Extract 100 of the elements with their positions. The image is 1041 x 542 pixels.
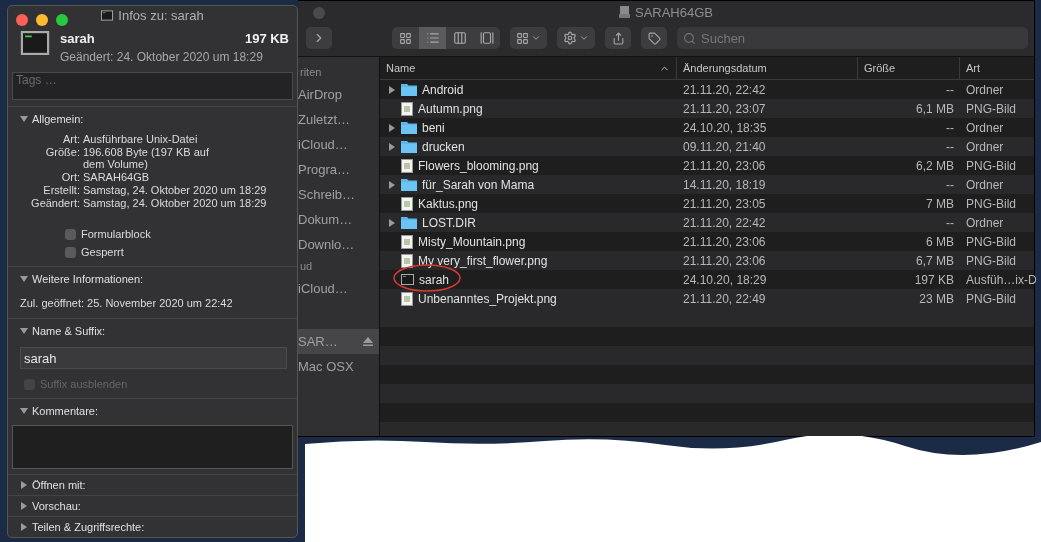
- info-value: Samstag, 24. Oktober 2020 um 18:29: [83, 184, 267, 196]
- kind-cell-text: Ordner: [965, 139, 1005, 154]
- name-field[interactable]: sarah: [20, 347, 287, 369]
- file-name: Android: [422, 82, 464, 97]
- file-row[interactable]: drucken 09.11.20, 21:40 -- Ordner: [380, 137, 1034, 156]
- last-opened-text: Zul. geöffnet: 25. November 2020 um 22:42: [19, 296, 234, 311]
- zoom-button[interactable]: [56, 14, 68, 26]
- disclosure-triangle-icon[interactable]: [20, 523, 28, 531]
- file-row[interactable]: LOST.DIR 21.11.20, 22:42 -- Ordner: [380, 213, 1034, 232]
- disclosure-triangle-icon[interactable]: [388, 142, 396, 151]
- section-header[interactable]: Allgemein:: [8, 111, 297, 127]
- forward-button[interactable]: [306, 27, 332, 49]
- sidebar-item[interactable]: SAR…: [298, 329, 379, 354]
- date-cell-text: 24.10.20, 18:35: [682, 120, 768, 135]
- file-row[interactable]: Autumn.png 21.11.20, 23:07 6,1 MB PNG-Bild: [380, 99, 1034, 118]
- size-cell-text: 197 KB: [913, 272, 955, 287]
- size-cell-text: --: [945, 120, 955, 135]
- image-file-icon: [401, 253, 413, 268]
- caret-icon: [579, 33, 589, 43]
- sidebar-item[interactable]: Mac OSX: [298, 354, 379, 379]
- sidebar-item[interactable]: Progra…: [298, 157, 379, 182]
- kind-cell-text: Ordner: [965, 82, 1005, 97]
- section-header[interactable]: Name & Suffix:: [8, 323, 297, 339]
- file-name: drucken: [422, 139, 465, 154]
- date-cell-text: 14.11.20, 18:19: [682, 177, 767, 192]
- checkbox[interactable]: Formularblock: [8, 225, 297, 243]
- file-name: für_Sarah von Mama: [422, 177, 535, 192]
- kind-cell-text: PNG-Bild: [965, 234, 1017, 249]
- sidebar-item[interactable]: Zuletzt…: [298, 107, 379, 132]
- disclosure-triangle-icon[interactable]: [20, 407, 28, 415]
- date-cell-text: 21.11.20, 22:49: [682, 291, 767, 306]
- sidebar-item[interactable]: Downlo…: [298, 232, 379, 257]
- size-cell-text: 6,1 MB: [915, 101, 955, 116]
- columns-view-icon: [452, 31, 467, 45]
- file-name: sarah: [419, 272, 450, 287]
- file-name: Misty_Mountain.png: [418, 234, 526, 249]
- disclosure-triangle-icon[interactable]: [388, 180, 396, 189]
- disclosure-triangle-icon[interactable]: [388, 218, 396, 227]
- kind-cell-text: Ordner: [965, 177, 1005, 192]
- column-header[interactable]: Art: [960, 57, 1034, 79]
- column-header[interactable]: Größe: [858, 57, 960, 79]
- disclosure-triangle-icon[interactable]: [20, 115, 28, 123]
- sidebar-section-header: ud: [299, 259, 314, 274]
- kind-cell-text: PNG-Bild: [965, 253, 1017, 268]
- file-name: Kaktus.png: [418, 196, 479, 211]
- window-title: SARAH64GB: [618, 4, 713, 20]
- action-button[interactable]: [557, 27, 595, 49]
- share-icon: [611, 31, 625, 45]
- kind-cell-text: Ordner: [965, 215, 1005, 230]
- size-cell-text: --: [945, 215, 955, 230]
- column-header[interactable]: Änderungsdatum: [677, 57, 858, 79]
- kind-cell-text: PNG-Bild: [965, 196, 1017, 211]
- folder-icon: [401, 121, 417, 134]
- group-button[interactable]: [510, 27, 547, 49]
- folder-icon: [401, 83, 417, 96]
- caret-icon: [531, 33, 541, 43]
- close-button[interactable]: [16, 14, 28, 26]
- image-file-icon: [401, 101, 413, 116]
- sidebar-item[interactable]: iCloud…: [298, 276, 379, 301]
- share-button[interactable]: [605, 27, 631, 49]
- disclosure-triangle-icon[interactable]: [20, 481, 28, 489]
- terminal-file-icon: [20, 31, 50, 55]
- minimize-button[interactable]: [36, 14, 48, 26]
- info-label: Art:: [61, 133, 80, 145]
- section-header[interactable]: Teilen & Zugriffsrechte:: [8, 519, 297, 535]
- date-cell-text: 24.10.20, 18:29: [682, 272, 768, 287]
- disclosure-triangle-icon[interactable]: [20, 502, 28, 510]
- tag-button[interactable]: [641, 27, 667, 49]
- folder-icon: [401, 178, 417, 191]
- info-value: 196.608 Byte (197 KB auf dem Volume): [83, 146, 210, 170]
- date-cell-text: 21.11.20, 23:07: [682, 101, 767, 116]
- section-header[interactable]: Vorschau:: [8, 498, 297, 514]
- search-icon: [683, 31, 696, 45]
- sidebar-item[interactable]: Schreib…: [298, 182, 379, 207]
- file-row[interactable]: für_Sarah von Mama 14.11.20, 18:19 -- Ordner: [380, 175, 1034, 194]
- section-header[interactable]: Kommentare:: [8, 403, 297, 419]
- file-row[interactable]: My very_first_flower.png 21.11.20, 23:06 6,7 MB PNG-Bild: [380, 251, 1034, 270]
- file-row[interactable]: Unbenanntes_Projekt.png 21.11.20, 22:49 23 MB PNG-Bild: [380, 289, 1034, 308]
- tags-field[interactable]: Tags …: [12, 72, 293, 100]
- checkbox[interactable]: Gesperrt: [8, 243, 297, 261]
- size-cell-text: 6,2 MB: [915, 158, 955, 173]
- window-title: Infos zu: sarah: [101, 8, 204, 23]
- sidebar-item[interactable]: iCloud…: [298, 132, 379, 157]
- sidebar-item[interactable]: Dokum…: [298, 207, 379, 232]
- list-view-icon: [425, 31, 440, 45]
- kind-cell-text: PNG-Bild: [965, 291, 1017, 306]
- terminal-file-icon: [101, 10, 114, 21]
- eject-icon[interactable]: [363, 337, 373, 346]
- section-header[interactable]: Öffnen mit:: [8, 477, 297, 493]
- disclosure-triangle-icon[interactable]: [388, 85, 396, 94]
- disclosure-triangle-icon[interactable]: [388, 123, 396, 132]
- disclosure-triangle-icon[interactable]: [20, 275, 28, 283]
- section-header[interactable]: Weitere Informationen:: [8, 271, 297, 287]
- image-file-icon: [401, 196, 413, 211]
- info-value: SARAH64GB: [83, 171, 151, 183]
- sidebar-item[interactable]: AirDrop: [298, 82, 379, 107]
- column-header[interactable]: Name: [380, 57, 677, 79]
- comments-field[interactable]: [12, 425, 293, 469]
- size-cell-text: 7 MB: [925, 196, 955, 211]
- disclosure-triangle-icon[interactable]: [20, 327, 28, 335]
